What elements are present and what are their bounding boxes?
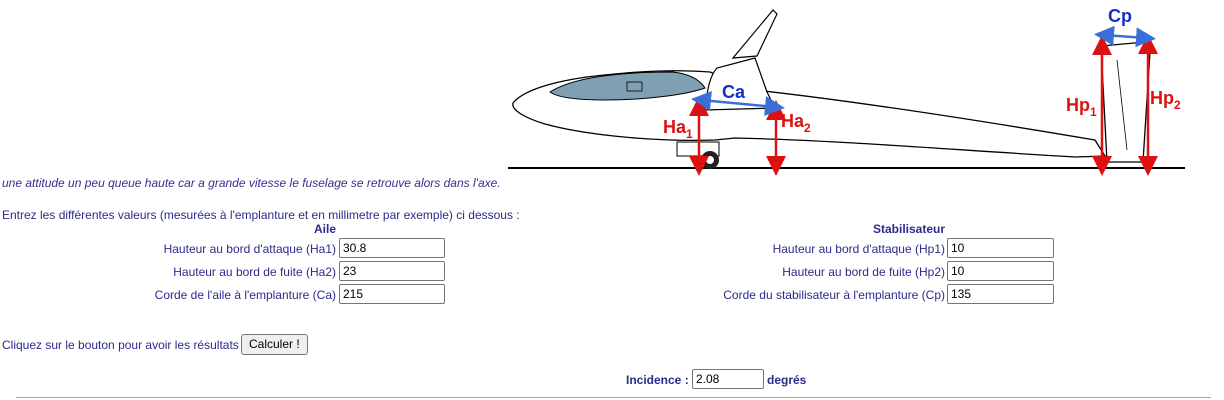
cp-field-label: Corde du stabilisateur à l'emplanture (C… <box>723 288 945 302</box>
ha1-input[interactable] <box>339 238 445 258</box>
ha1-field-label: Hauteur au bord d'attaque (Ha1) <box>163 242 336 256</box>
hp1-field-label: Hauteur au bord d'attaque (Hp1) <box>772 242 945 256</box>
hp2-field-label: Hauteur au bord de fuite (Hp2) <box>782 265 945 279</box>
incidence-label: Incidence : <box>626 373 689 387</box>
hp2-label: Hp2 <box>1150 88 1181 112</box>
action-prompt: Cliquez sur le bouton pour avoir les rés… <box>2 338 239 352</box>
wing-heading: Aile <box>314 222 337 236</box>
cp-arrow <box>1094 25 1156 48</box>
cp-label: Cp <box>1108 6 1132 26</box>
intro-text: une attitude un peu queue haute car a gr… <box>2 176 501 190</box>
calculate-button[interactable]: Calculer ! <box>241 334 308 355</box>
wing-spike <box>731 9 778 59</box>
ha2-field-label: Hauteur au bord de fuite (Ha2) <box>173 265 336 279</box>
tail-fin <box>1100 41 1151 163</box>
glider-diagram: Ca Cp Ha1 Ha2 Hp1 Hp2 <box>508 6 1185 176</box>
hp1-label: Hp1 <box>1066 95 1097 119</box>
ca-label: Ca <box>722 82 746 102</box>
hp1-input[interactable] <box>947 238 1054 258</box>
ca-field-label: Corde de l'aile à l'emplanture (Ca) <box>154 288 336 302</box>
stab-heading: Stabilisateur <box>873 222 946 236</box>
incidence-output[interactable] <box>692 369 764 389</box>
cp-input[interactable] <box>947 284 1054 304</box>
instructions-text: Entrez les différentes valeurs (mesurées… <box>2 208 520 222</box>
hp2-input[interactable] <box>947 261 1054 281</box>
ca-input[interactable] <box>339 284 445 304</box>
incidence-unit: degrés <box>767 373 807 387</box>
ha2-input[interactable] <box>339 261 445 281</box>
bottom-divider <box>16 397 1211 398</box>
